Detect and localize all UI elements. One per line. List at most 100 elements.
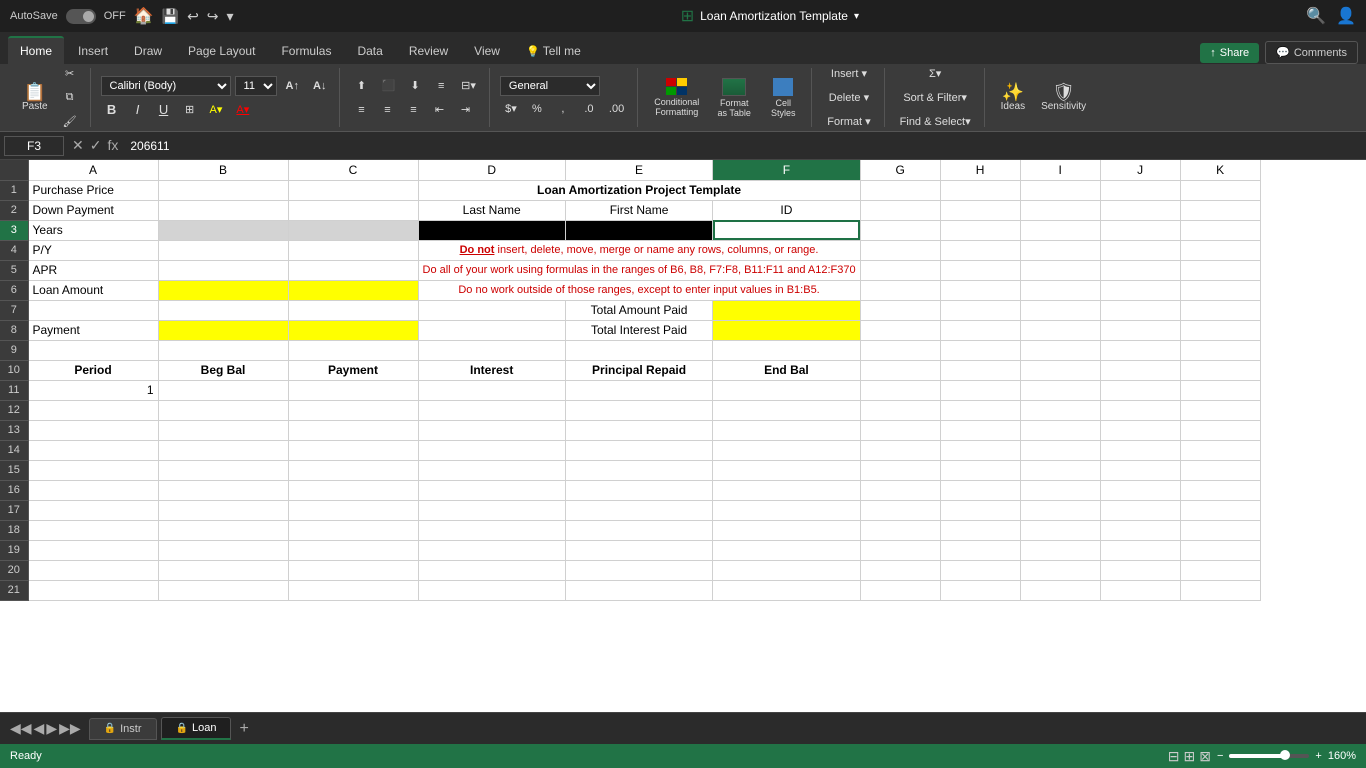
align-right-button[interactable]: ≡	[402, 99, 424, 121]
cell-A1[interactable]: Purchase Price	[28, 180, 158, 200]
cell-D7[interactable]	[418, 300, 565, 320]
cell-B7[interactable]	[158, 300, 288, 320]
cell-G7[interactable]	[860, 300, 940, 320]
cell-E3[interactable]	[565, 220, 712, 240]
cell-C11[interactable]	[288, 380, 418, 400]
cell-G6[interactable]	[860, 280, 940, 300]
cell-H3[interactable]	[940, 220, 1020, 240]
cell-I2[interactable]	[1020, 200, 1100, 220]
zoom-increase-button[interactable]: +	[1315, 750, 1321, 762]
cell-B6[interactable]	[158, 280, 288, 300]
cell-C6[interactable]	[288, 280, 418, 300]
cell-F11[interactable]	[713, 380, 860, 400]
nav-first-icon[interactable]: ◀◀	[10, 720, 32, 737]
cell-C7[interactable]	[288, 300, 418, 320]
cell-C1[interactable]	[288, 180, 418, 200]
cell-D9[interactable]	[418, 340, 565, 360]
cell-E8[interactable]: Total Interest Paid	[565, 320, 712, 340]
align-left-button[interactable]: ≡	[350, 99, 372, 121]
cell-A6[interactable]: Loan Amount	[28, 280, 158, 300]
format-as-table-button[interactable]: Formatas Table	[709, 74, 759, 122]
sort-filter-button[interactable]: Sort & Filter▾	[895, 87, 976, 109]
cell-E10[interactable]: Principal Repaid	[565, 360, 712, 380]
cell-J8[interactable]	[1100, 320, 1180, 340]
cell-F8[interactable]	[713, 320, 860, 340]
increase-font-button[interactable]: A↑	[281, 75, 304, 97]
tab-page-layout[interactable]: Page Layout	[176, 38, 267, 64]
cell-J4[interactable]	[1100, 240, 1180, 260]
merge-button[interactable]: ⊟▾	[456, 75, 481, 97]
cell-B8[interactable]	[158, 320, 288, 340]
align-middle-button[interactable]: ⬛	[376, 75, 400, 97]
cell-I5[interactable]	[1020, 260, 1100, 280]
cell-C4[interactable]	[288, 240, 418, 260]
cell-B9[interactable]	[158, 340, 288, 360]
zoom-bar[interactable]	[1229, 754, 1309, 758]
italic-button[interactable]: I	[127, 99, 149, 121]
cell-J11[interactable]	[1100, 380, 1180, 400]
number-format-select[interactable]: General Number Currency Accounting Short…	[500, 76, 600, 96]
share-button[interactable]: ↑ Share	[1200, 43, 1259, 63]
page-layout-icon[interactable]: ⊞	[1184, 748, 1196, 765]
cell-D8[interactable]	[418, 320, 565, 340]
autosave-toggle[interactable]	[66, 9, 96, 24]
cell-D5[interactable]: Do all of your work using formulas in th…	[418, 260, 860, 280]
cell-A9[interactable]	[28, 340, 158, 360]
cell-reference-input[interactable]	[4, 136, 64, 156]
col-header-B[interactable]: B	[158, 160, 288, 180]
cell-A3[interactable]: Years	[28, 220, 158, 240]
cell-J9[interactable]	[1100, 340, 1180, 360]
format-painter-button[interactable]: 🖌	[58, 111, 82, 133]
undo-icon[interactable]: ↩	[187, 8, 199, 25]
cell-K8[interactable]	[1180, 320, 1260, 340]
cell-C5[interactable]	[288, 260, 418, 280]
tab-home[interactable]: Home	[8, 36, 64, 64]
cell-G8[interactable]	[860, 320, 940, 340]
cut-button[interactable]: ✂	[58, 63, 82, 85]
cell-I1[interactable]	[1020, 180, 1100, 200]
cell-H2[interactable]	[940, 200, 1020, 220]
cell-D11[interactable]	[418, 380, 565, 400]
col-header-C[interactable]: C	[288, 160, 418, 180]
col-header-D[interactable]: D	[418, 160, 565, 180]
insert-button[interactable]: Insert ▾	[822, 63, 875, 85]
align-bottom-button[interactable]: ⬇	[404, 75, 426, 97]
increase-decimal-button[interactable]: .00	[604, 98, 629, 120]
cell-C8[interactable]	[288, 320, 418, 340]
cell-G11[interactable]	[860, 380, 940, 400]
conditional-formatting-button[interactable]: ConditionalFormatting	[648, 74, 705, 122]
align-top-button[interactable]: ⬆	[350, 75, 372, 97]
home-icon[interactable]: 🏠	[134, 6, 154, 26]
cell-F7[interactable]	[713, 300, 860, 320]
zoom-decrease-button[interactable]: −	[1217, 750, 1223, 762]
cell-I4[interactable]	[1020, 240, 1100, 260]
formula-insert-function-icon[interactable]: fx	[107, 137, 118, 154]
font-family-select[interactable]: Calibri (Body)	[101, 76, 231, 96]
cell-C3[interactable]	[288, 220, 418, 240]
cell-A4[interactable]: P/Y	[28, 240, 158, 260]
sum-button[interactable]: Σ▾	[895, 63, 976, 85]
decrease-decimal-button[interactable]: .0	[578, 98, 600, 120]
cell-C10[interactable]: Payment	[288, 360, 418, 380]
nav-last-icon[interactable]: ▶▶	[59, 720, 81, 737]
font-size-select[interactable]: 11	[235, 76, 277, 96]
col-header-K[interactable]: K	[1180, 160, 1260, 180]
cell-G3[interactable]	[860, 220, 940, 240]
cell-G10[interactable]	[860, 360, 940, 380]
normal-view-icon[interactable]: ⊟	[1168, 748, 1180, 765]
paste-button[interactable]: 📋 Paste	[16, 79, 54, 116]
cell-B4[interactable]	[158, 240, 288, 260]
cell-K9[interactable]	[1180, 340, 1260, 360]
underline-button[interactable]: U	[153, 99, 175, 121]
add-sheet-button[interactable]: +	[235, 716, 252, 742]
cell-D1[interactable]: Loan Amortization Project Template	[418, 180, 860, 200]
currency-button[interactable]: $▾	[500, 98, 522, 120]
cell-K7[interactable]	[1180, 300, 1260, 320]
cell-D2[interactable]: Last Name	[418, 200, 565, 220]
tab-review[interactable]: Review	[397, 38, 460, 64]
col-header-H[interactable]: H	[940, 160, 1020, 180]
cell-K3[interactable]	[1180, 220, 1260, 240]
cell-H4[interactable]	[940, 240, 1020, 260]
cell-B11[interactable]	[158, 380, 288, 400]
nav-next-icon[interactable]: ▶	[46, 720, 57, 737]
